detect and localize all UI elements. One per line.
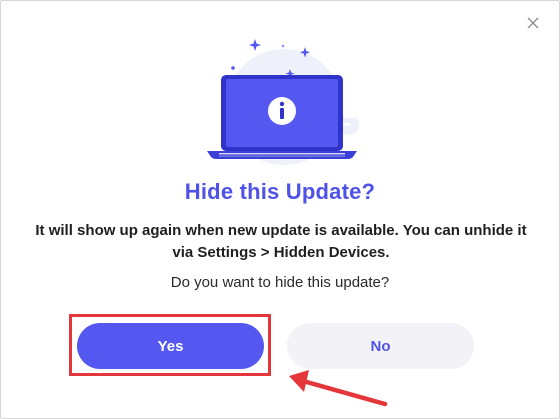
dialog-description: It will show up again when new update is…	[35, 222, 527, 261]
close-icon	[527, 17, 539, 29]
yes-button[interactable]: Yes	[77, 323, 264, 369]
dialog-question: Do you want to hide this update?	[170, 274, 390, 291]
hide-update-dialog: Hide this Update? It will show up again …	[0, 0, 560, 419]
laptop-info-illustration	[207, 39, 359, 165]
close-button[interactable]	[521, 11, 545, 35]
no-button[interactable]: No	[287, 323, 474, 369]
dialog-title: Hide this Update?	[184, 179, 376, 204]
pointer-arrow	[289, 370, 388, 407]
info-icon	[268, 97, 296, 125]
